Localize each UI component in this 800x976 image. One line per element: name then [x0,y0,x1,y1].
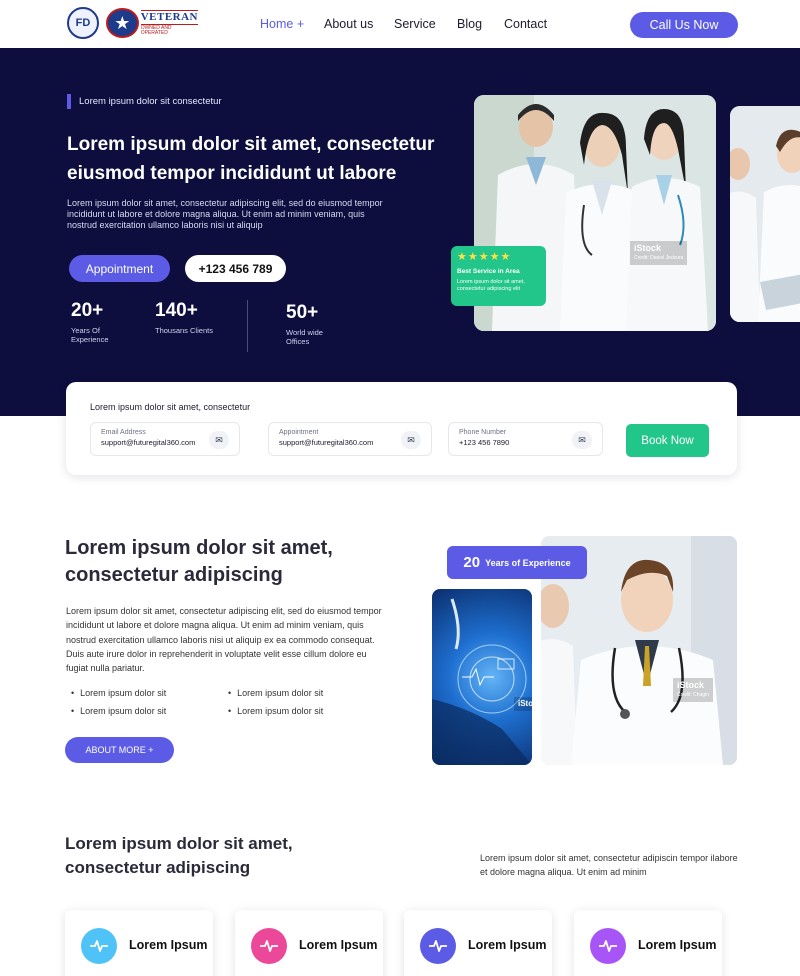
nav-link-service[interactable]: Service [394,17,436,31]
stat-offices: 50+ World wide Offices [286,302,346,347]
pulse-icon [251,928,287,964]
about-more-button[interactable]: ABOUT MORE + [65,737,174,763]
stat-clients: 140+ Thousans Clients [155,300,215,336]
doctors-side-illustration [730,106,800,322]
medical-tech-illustration [432,598,532,765]
hero-description: Lorem ipsum dolor sit amet, consectetur … [67,198,383,230]
mail-icon: ✉ [572,431,592,449]
pulse-icon [590,928,626,964]
veteran-logo[interactable]: ★ VETERAN OWNED AND OPERATED [106,8,198,38]
experience-badge: 20 Years of Experience [447,546,587,579]
photo-credit: iStock Credit: Daniel Jedzura [630,241,688,265]
experience-number: 20 [463,554,481,571]
badge-title: Best Service in Area [457,268,520,275]
veteran-logo-text: VETERAN [140,10,198,25]
service-card-label: Lorem Ipsum [299,938,378,952]
hero-section: Lorem ipsum dolor sit consectetur Lorem … [0,48,800,416]
stat-experience: 20+ Years Of Experience [71,300,131,345]
about-description: Lorem ipsum dolor sit amet, consectetur … [66,606,382,674]
field-label: Appointment [279,429,319,436]
stat-number: 20+ [71,300,104,321]
hero-tagline: Lorem ipsum dolor sit consectetur [67,94,222,109]
stat-number: 50+ [286,302,319,323]
photo-credit-brand: iSto [518,699,532,708]
medical-tech-photo: iSto [432,589,532,765]
stat-label: Years Of Experience [71,326,109,344]
call-us-now-button[interactable]: Call Us Now [630,12,738,38]
field-value: support@futuregital360.com [279,438,374,447]
photo-credit-brand: iStock [634,243,662,253]
booking-form-title: Lorem ipsum dolor sit amet, consectetur [90,402,251,412]
service-card[interactable]: Lorem Ipsum [65,910,213,976]
doctors-side-photo [730,106,800,322]
mail-icon: ✉ [401,431,421,449]
pulse-icon [81,928,117,964]
about-title: Lorem ipsum dolor sit amet, consectetur … [65,537,333,586]
stat-label: World wide Offices [286,328,323,346]
photo-credit-brand: iStock [677,680,705,690]
photo-credit: iSto [514,697,532,711]
fd-logo-text: FD [75,17,91,29]
appointment-field[interactable]: Appointment support@futuregital360.com ✉ [268,422,432,456]
top-navigation: FD ★ VETERAN OWNED AND OPERATED Home + A… [0,0,800,48]
mail-icon: ✉ [209,431,229,449]
service-card-label: Lorem Ipsum [638,938,717,952]
stat-divider [247,300,248,352]
nav-link-blog[interactable]: Blog [457,17,482,31]
hero-title: Lorem ipsum dolor sit amet, consectetur … [67,134,435,184]
photo-credit-author: Credit: Chagin [677,692,709,698]
service-card[interactable]: Lorem Ipsum [235,910,383,976]
badge-text: Lorem ipsum dolor sit amet, consectetur … [457,279,525,292]
service-card-label: Lorem Ipsum [129,938,208,952]
experience-text: Years of Experience [485,557,571,568]
about-bullet: Lorem ipsum dolor sit [228,688,323,698]
nav-link-about[interactable]: About us [324,17,373,31]
fd-logo[interactable]: FD [67,7,99,39]
phone-number-field[interactable]: Phone Number +123 456 7890 ✉ [448,422,603,456]
pulse-icon [420,928,456,964]
service-card[interactable]: Lorem Ipsum [574,910,722,976]
veteran-star-icon: ★ [106,8,139,38]
photo-credit-author: Credit: Daniel Jedzura [634,255,684,261]
best-service-badge: ★★★★★ Best Service in Area Lorem ipsum d… [451,246,546,306]
phone-button[interactable]: +123 456 789 [185,255,286,282]
service-card-label: Lorem Ipsum [468,938,547,952]
stat-number: 140+ [155,300,198,321]
nav-link-home[interactable]: Home + [260,17,304,31]
nav-link-contact[interactable]: Contact [504,17,547,31]
services-description: Lorem ipsum dolor sit amet, consectetur … [480,853,738,877]
about-bullet: Lorem ipsum dolor sit [228,706,323,716]
service-card[interactable]: Lorem Ipsum [404,910,552,976]
rating-stars-icon: ★★★★★ [457,251,512,263]
booking-form: Lorem ipsum dolor sit amet, consectetur … [66,382,737,475]
stat-label: Thousans Clients [155,326,213,335]
photo-credit: iStock Credit: Chagin [673,678,713,702]
email-field[interactable]: Email Address support@futuregital360.com… [90,422,240,456]
services-title: Lorem ipsum dolor sit amet, consectetur … [65,834,293,877]
about-bullet: Lorem ipsum dolor sit [71,706,166,716]
book-now-button[interactable]: Book Now [626,424,709,457]
about-bullet: Lorem ipsum dolor sit [71,688,166,698]
veteran-logo-subtext: OWNED AND OPERATED [140,25,172,36]
appointment-button[interactable]: Appointment [69,255,170,282]
